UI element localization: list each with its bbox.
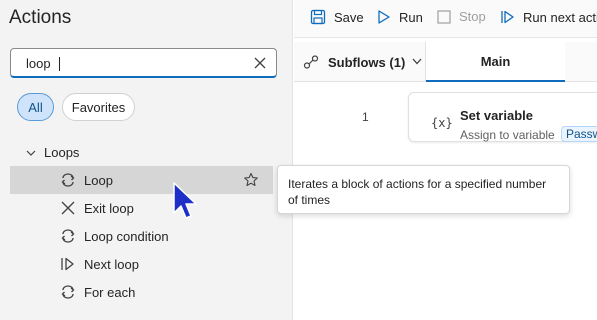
variable-tag: Passw — [561, 126, 597, 142]
step-subtitle: Assign to variable — [460, 128, 555, 142]
actions-pane: Actions loop All Favorites Loops Loop Ex… — [0, 0, 293, 320]
subflows-dropdown[interactable]: Subflows (1) — [303, 54, 436, 70]
action-tooltip: Iterates a block of actions for a specif… — [277, 165, 570, 214]
stop-label: Stop — [459, 9, 486, 24]
chevron-down-icon — [412, 58, 422, 65]
action-item-loop[interactable]: Loop — [10, 166, 273, 194]
play-icon — [378, 10, 390, 24]
action-item-exit-loop[interactable]: Exit loop — [10, 194, 273, 222]
group-loops[interactable]: Loops — [26, 145, 79, 160]
filter-all-chip[interactable]: All — [17, 93, 54, 121]
text-caret — [59, 57, 60, 71]
mouse-cursor-icon — [173, 182, 197, 219]
exit-loop-icon — [61, 201, 75, 215]
run-next-action-button[interactable]: Run next actio — [500, 9, 597, 25]
loop-condition-icon — [61, 229, 75, 243]
variable-icon: {x} — [431, 116, 453, 130]
action-item-for-each[interactable]: For each — [10, 278, 273, 306]
loop-icon — [61, 173, 75, 187]
stop-icon — [437, 9, 451, 24]
save-icon — [310, 9, 326, 25]
for-each-icon — [61, 285, 75, 299]
action-item-label: For each — [84, 285, 136, 300]
search-input[interactable]: loop — [26, 56, 51, 71]
actions-pane-title: Actions — [9, 7, 72, 28]
action-item-label: Exit loop — [84, 201, 134, 216]
save-label: Save — [334, 9, 364, 25]
run-button[interactable]: Run — [377, 9, 423, 25]
subflows-label: Subflows (1) — [328, 54, 406, 70]
action-item-label: Next loop — [84, 257, 139, 272]
next-loop-icon — [61, 257, 74, 271]
run-next-label: Run next actio — [523, 9, 597, 25]
action-item-next-loop[interactable]: Next loop — [10, 250, 273, 278]
stop-button[interactable]: Stop — [437, 9, 486, 24]
step-title: Set variable — [460, 108, 533, 123]
flow-step-set-variable[interactable]: {x} Set variable Assign to variable Pass… — [408, 92, 597, 142]
action-item-label: Loop condition — [84, 229, 169, 244]
filter-favorites-chip[interactable]: Favorites — [62, 93, 135, 121]
designer-toolbar: Save Run Stop Run next actio — [294, 0, 597, 38]
tab-main[interactable]: Main — [426, 42, 565, 82]
group-loops-label: Loops — [44, 145, 80, 160]
subflows-icon — [303, 55, 319, 69]
flow-tabs: Subflows (1) Main — [294, 42, 597, 82]
line-number: 1 — [362, 110, 369, 124]
favorite-star-icon[interactable] — [243, 172, 259, 188]
save-button[interactable]: Save — [310, 9, 364, 25]
run-label: Run — [399, 9, 423, 25]
clear-search-icon[interactable] — [252, 55, 268, 71]
search-box[interactable]: loop — [10, 48, 277, 78]
step-forward-icon — [501, 10, 514, 24]
action-item-label: Loop — [84, 173, 113, 188]
chevron-down-icon — [26, 150, 36, 156]
action-item-loop-condition[interactable]: Loop condition — [10, 222, 273, 250]
